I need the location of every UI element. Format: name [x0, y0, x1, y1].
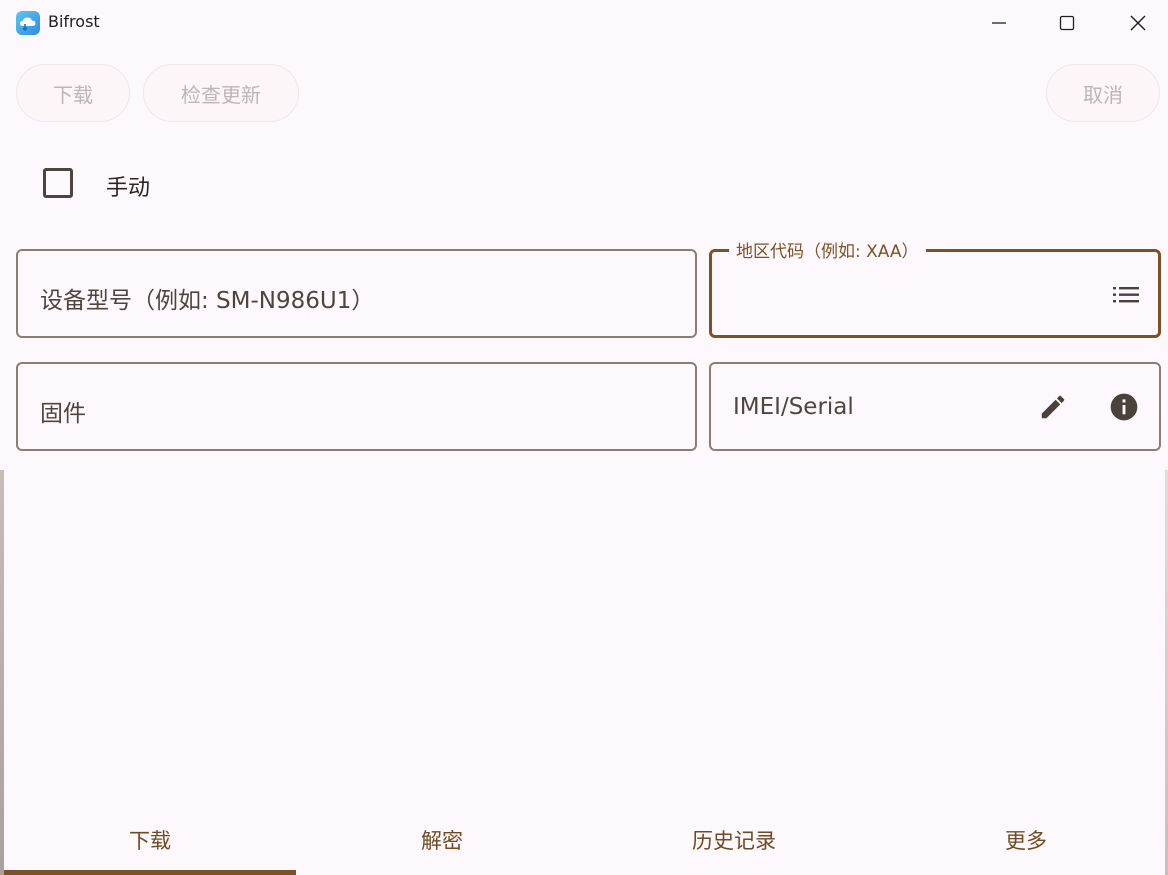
- region-label: 地区代码（例如: XAA）: [729, 237, 926, 262]
- close-button[interactable]: [1115, 0, 1161, 46]
- tab-download[interactable]: 下载: [4, 808, 296, 872]
- check-update-button[interactable]: 检查更新: [143, 64, 299, 122]
- tab-history[interactable]: 历史记录: [588, 808, 880, 872]
- cancel-button[interactable]: 取消: [1046, 64, 1160, 122]
- tab-more[interactable]: 更多: [880, 808, 1168, 872]
- maximize-icon: [1059, 15, 1075, 31]
- maximize-button[interactable]: [1044, 0, 1090, 46]
- model-input[interactable]: 设备型号（例如: SM-N986U1）: [16, 249, 697, 338]
- minimize-button[interactable]: [976, 0, 1022, 46]
- window-title: Bifrost: [48, 12, 100, 31]
- model-placeholder: 设备型号（例如: SM-N986U1）: [40, 288, 375, 314]
- firmware-placeholder: 固件: [40, 401, 86, 427]
- imei-input[interactable]: IMEI/Serial: [709, 362, 1161, 451]
- minimize-icon: [992, 22, 1006, 24]
- tab-decrypt[interactable]: 解密: [296, 808, 588, 872]
- title-bar: Bifrost: [0, 0, 1168, 46]
- manual-checkbox[interactable]: [43, 168, 73, 198]
- download-button[interactable]: 下载: [16, 64, 130, 122]
- manual-checkbox-label: 手动: [106, 176, 151, 201]
- info-icon[interactable]: [1108, 391, 1140, 423]
- region-input[interactable]: 地区代码（例如: XAA）: [709, 237, 1161, 338]
- firmware-input[interactable]: 固件: [16, 362, 697, 451]
- list-icon[interactable]: [1110, 279, 1142, 311]
- app-logo-icon: [16, 11, 40, 35]
- close-icon: [1130, 15, 1146, 31]
- bottom-navigation: 下载 解密 历史记录 更多: [4, 808, 1168, 875]
- edit-icon[interactable]: [1037, 391, 1069, 423]
- selected-tab-indicator: [4, 870, 296, 875]
- imei-placeholder: IMEI/Serial: [733, 394, 854, 420]
